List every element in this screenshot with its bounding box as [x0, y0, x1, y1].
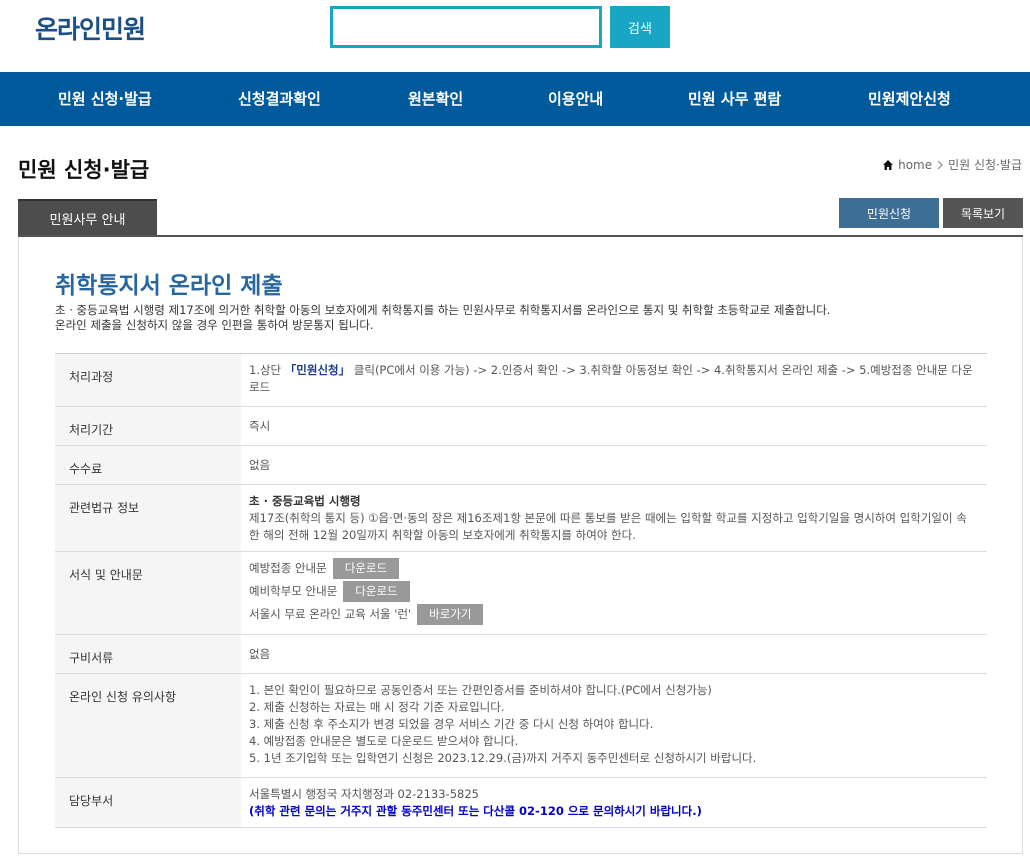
row-value: 없음	[249, 647, 271, 661]
row-value: 없음	[249, 458, 271, 472]
page-title: 민원 신청·발급	[18, 158, 150, 182]
service-heading: 취학통지서 온라인 제출	[55, 273, 283, 299]
download-button[interactable]: 다운로드	[343, 581, 410, 602]
row-label: 서식 및 안내문	[55, 552, 241, 634]
main-nav: 민원 신청·발급 신청결과확인 원본확인 이용안내 민원 사무 편람 민원제안신…	[0, 72, 1030, 126]
nav-item-apply-issue[interactable]: 민원 신청·발급	[58, 72, 152, 126]
note-item: 5. 1년 조기입학 또는 입학연기 신청은 2023.12.29.(금)까지 …	[249, 751, 757, 765]
row-value: 1. 본인 확인이 필요하므로 공동인증서 또는 간편인증서를 준비하셔야 합니…	[241, 674, 987, 777]
info-table: 처리과정 1.상단 「민원신청」 클릭(PC에서 이용 가능) -> 2.인증서…	[55, 353, 987, 828]
header: 온라인민원 검색	[0, 0, 1030, 72]
list-button[interactable]: 목록보기	[943, 198, 1023, 228]
note-item: 1. 본인 확인이 필요하므로 공동인증서 또는 간편인증서를 준비하셔야 합니…	[249, 683, 712, 697]
row-label: 수수료	[55, 446, 241, 484]
note-item: 4. 예방접종 안내문은 별도로 다운로드 받으셔야 합니다.	[249, 734, 519, 748]
row-label: 처리과정	[55, 354, 241, 406]
row-value: 즉시	[249, 419, 271, 433]
tab-service-guide[interactable]: 민원사무 안내	[18, 199, 157, 236]
note-item: 2. 제출 신청하는 자료는 매 시 정각 기준 자료입니다.	[249, 700, 505, 714]
process-text-post: 클릭(PC에서 이용 가능) -> 2.인증서 확인 -> 3.취학할 아동정보…	[249, 363, 973, 394]
service-intro: 초 · 중등교육법 시행령 제17조에 의거한 취학할 아동의 보호자에게 취학…	[55, 303, 830, 333]
dept-contact: 서울특별시 행정국 자치행정과 02-2133-5825	[249, 787, 479, 801]
row-value: 서울특별시 행정국 자치행정과 02-2133-5825 (취학 관련 문의는 …	[241, 778, 987, 827]
nav-item-verify-original[interactable]: 원본확인	[408, 72, 463, 126]
apply-button[interactable]: 민원신청	[839, 198, 939, 228]
breadcrumb-home[interactable]: home	[898, 158, 932, 172]
row-label: 구비서류	[55, 635, 241, 673]
intro-line-2: 온라인 제출을 신청하지 않을 경우 인편을 통하여 방문통지 됩니다.	[55, 318, 374, 332]
row-label: 온라인 신청 유의사항	[55, 674, 241, 777]
search-input[interactable]	[330, 6, 602, 48]
form-name: 서울시 무료 온라인 교육 서울 '런'	[249, 607, 412, 621]
row-value: 예방접종 안내문 다운로드 예비학부모 안내문 다운로드 서울시 무료 온라인 …	[241, 552, 987, 634]
nav-item-suggestion[interactable]: 민원제안신청	[868, 72, 951, 126]
row-label: 관련법규 정보	[55, 485, 241, 551]
goto-button[interactable]: 바로가기	[417, 604, 484, 625]
chevron-right-icon	[937, 160, 943, 169]
download-button[interactable]: 다운로드	[332, 558, 400, 579]
breadcrumb: home 민원 신청·발급	[882, 156, 1022, 173]
site-logo[interactable]: 온라인민원	[35, 10, 146, 46]
table-row-notes: 온라인 신청 유의사항 1. 본인 확인이 필요하므로 공동인증서 또는 간편인…	[55, 674, 987, 778]
nav-item-guide[interactable]: 이용안내	[548, 72, 603, 126]
law-text: 제17조(취학의 통지 등) ①읍·면·동의 장은 제16조제1항 본문에 따른…	[249, 511, 967, 542]
table-row-process: 처리과정 1.상단 「민원신청」 클릭(PC에서 이용 가능) -> 2.인증서…	[55, 354, 987, 407]
table-row-forms: 서식 및 안내문 예방접종 안내문 다운로드 예비학부모 안내문 다운로드 서울…	[55, 552, 987, 635]
form-item: 서울시 무료 온라인 교육 서울 '런' 바로가기	[249, 603, 977, 626]
nav-item-manual[interactable]: 민원 사무 편람	[688, 72, 781, 126]
home-icon	[883, 159, 894, 170]
row-value: 초 · 중등교육법 시행령 제17조(취학의 통지 등) ①읍·면·동의 장은 …	[241, 485, 987, 551]
form-name: 예비학부모 안내문	[249, 584, 338, 598]
form-item: 예방접종 안내문 다운로드	[249, 557, 977, 580]
table-row-dept: 담당부서 서울특별시 행정국 자치행정과 02-2133-5825 (취학 관련…	[55, 778, 987, 828]
table-row-period: 처리기간 즉시	[55, 407, 987, 446]
row-label: 처리기간	[55, 407, 241, 445]
process-text-pre: 1.상단	[249, 363, 285, 377]
law-title: 초 · 중등교육법 시행령	[249, 494, 361, 508]
form-item: 예비학부모 안내문 다운로드	[249, 580, 977, 603]
nav-item-check-result[interactable]: 신청결과확인	[238, 72, 321, 126]
table-row-docs: 구비서류 없음	[55, 635, 987, 674]
table-row-law: 관련법규 정보 초 · 중등교육법 시행령 제17조(취학의 통지 등) ①읍·…	[55, 485, 987, 552]
note-item: 3. 제출 신청 후 주소지가 변경 되었을 경우 서비스 기간 중 다시 신청…	[249, 717, 654, 731]
form-name: 예방접종 안내문	[249, 561, 327, 575]
breadcrumb-current[interactable]: 민원 신청·발급	[948, 156, 1022, 173]
table-row-fee: 수수료 없음	[55, 446, 987, 485]
apply-link[interactable]: 「민원신청」	[285, 363, 350, 377]
search-button[interactable]: 검색	[610, 6, 670, 48]
row-value: 1.상단 「민원신청」 클릭(PC에서 이용 가능) -> 2.인증서 확인 -…	[241, 354, 987, 406]
dept-notice: (취학 관련 문의는 거주지 관할 동주민센터 또는 다산콜 02-120 으로…	[249, 804, 702, 818]
row-label: 담당부서	[55, 778, 241, 827]
intro-line-1: 초 · 중등교육법 시행령 제17조에 의거한 취학할 아동의 보호자에게 취학…	[55, 303, 831, 317]
